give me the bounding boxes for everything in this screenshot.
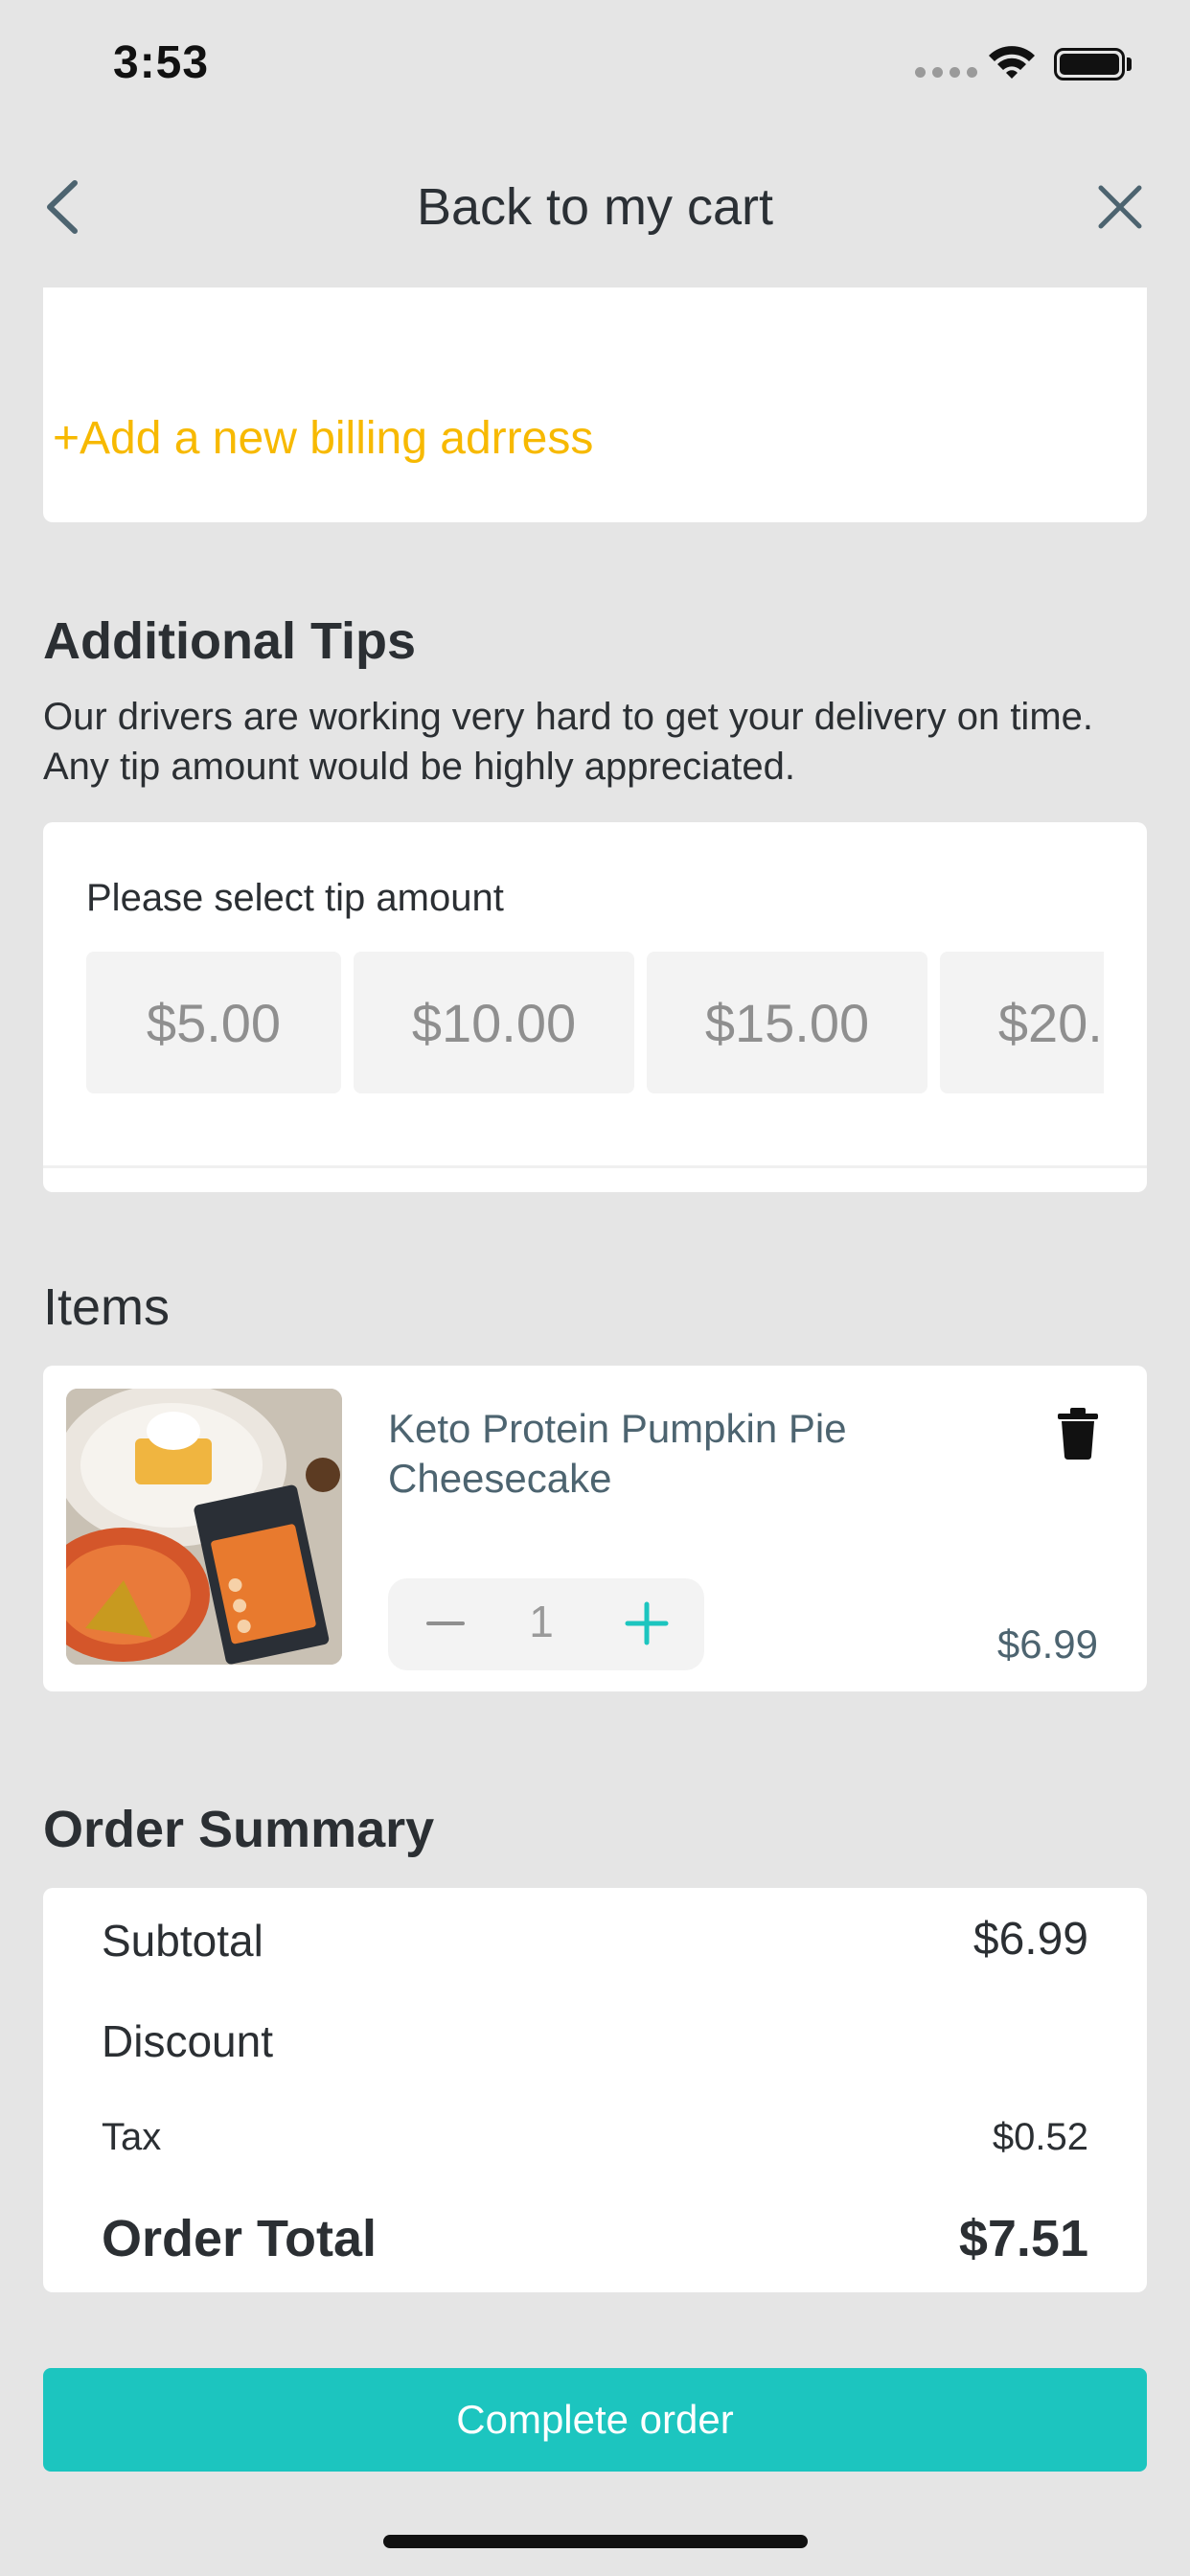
- wifi-icon: [989, 46, 1035, 79]
- order-total-label: Order Total: [102, 2210, 378, 2267]
- subtotal-label: Subtotal: [102, 1916, 263, 1966]
- plus-icon: +: [53, 413, 80, 464]
- item-price: $6.99: [996, 1622, 1098, 1667]
- minus-icon[interactable]: [426, 1604, 465, 1643]
- tips-description: Our drivers are working very hard to get…: [43, 696, 1093, 788]
- plus-icon[interactable]: [625, 1601, 669, 1645]
- close-icon[interactable]: [1095, 182, 1145, 232]
- tips-select-label: Please select tip amount: [86, 877, 504, 919]
- discount-label: Discount: [102, 2016, 273, 2066]
- item-name[interactable]: Keto Protein Pumpkin Pie Cheesecake: [388, 1404, 925, 1504]
- tip-option-10[interactable]: $10.00: [354, 952, 634, 1093]
- home-indicator: [383, 2535, 808, 2548]
- tip-option-5[interactable]: $5.00: [86, 952, 341, 1093]
- battery-icon: [1054, 48, 1125, 80]
- billing-card: [43, 288, 1147, 522]
- tip-options-row[interactable]: $5.00 $10.00 $15.00 $20.00: [86, 952, 1104, 1093]
- cellular-signal-icon: [915, 67, 977, 78]
- subtotal-value: $6.99: [973, 1914, 1088, 1965]
- divider: [43, 1165, 1147, 1168]
- tip-option-20[interactable]: $20.00: [940, 952, 1104, 1093]
- nav-title: Back to my cart: [416, 178, 774, 236]
- trash-icon[interactable]: [1054, 1406, 1102, 1460]
- tips-title: Additional Tips: [43, 612, 416, 670]
- tip-option-15[interactable]: $15.00: [647, 952, 927, 1093]
- quantity-value: 1: [529, 1597, 554, 1646]
- add-billing-address-link[interactable]: +Add a new billing adrress: [53, 412, 593, 465]
- order-summary-title: Order Summary: [43, 1801, 435, 1858]
- complete-order-button[interactable]: Complete order: [43, 2368, 1147, 2472]
- product-image: [66, 1389, 342, 1665]
- battery-tip: [1127, 58, 1132, 71]
- add-billing-label: Add a new billing adrress: [80, 413, 594, 464]
- order-total-value: $7.51: [958, 2210, 1088, 2267]
- items-title: Items: [43, 1278, 171, 1336]
- tax-value: $0.52: [992, 2116, 1088, 2158]
- status-time: 3:53: [113, 37, 210, 88]
- tax-label: Tax: [102, 2116, 162, 2158]
